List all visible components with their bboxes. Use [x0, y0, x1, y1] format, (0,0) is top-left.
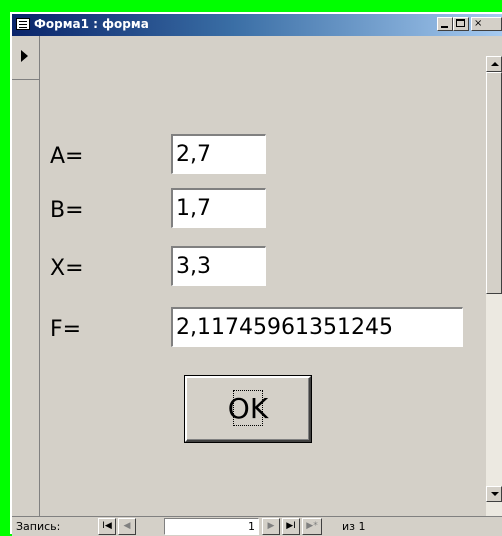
scroll-up-button[interactable] [486, 56, 502, 72]
maximize-icon [456, 19, 465, 27]
field-x[interactable]: 3,3 [171, 246, 266, 286]
window-title: Форма1 : форма [34, 17, 149, 31]
form-body: A= 2,7 B= 1,7 X= 3,3 F= 2,11745961351245… [40, 36, 486, 516]
close-icon: × [474, 18, 483, 29]
field-f[interactable]: 2,11745961351245 [171, 307, 463, 347]
ok-button-label: OK [227, 392, 269, 425]
record-count: из 1 [342, 520, 366, 533]
first-record-button[interactable]: I◀ [98, 518, 116, 535]
next-record-icon: ▶ [267, 521, 275, 531]
record-selector-cell[interactable] [12, 36, 40, 80]
next-record-button[interactable]: ▶ [262, 518, 280, 535]
first-record-icon: I◀ [102, 521, 112, 531]
title-bar[interactable]: Форма1 : форма × [12, 14, 502, 36]
form-window: Форма1 : форма × A= 2,7 B= 1,7 X= 3,3 F=… [10, 12, 502, 536]
previous-record-icon: ◀ [123, 521, 131, 531]
record-label: Запись: [16, 520, 61, 533]
record-selector[interactable] [12, 36, 40, 516]
ok-button[interactable]: OK [184, 375, 312, 443]
field-a[interactable]: 2,7 [171, 134, 266, 174]
new-record-icon: ▶* [306, 521, 318, 531]
maximize-button[interactable] [453, 17, 469, 31]
record-navigation-bar: Запись: I◀ ◀ 1 ▶ ▶I ▶* из 1 [12, 516, 502, 536]
label-f: F= [50, 317, 82, 342]
arrow-up-icon [491, 62, 499, 66]
form-icon [16, 18, 30, 30]
scroll-down-button[interactable] [486, 486, 502, 502]
arrow-down-icon [491, 492, 499, 496]
minimize-button[interactable] [437, 17, 453, 31]
minimize-icon [441, 26, 448, 28]
close-button[interactable]: × [471, 17, 502, 31]
total-records: 1 [358, 520, 366, 533]
label-b: B= [50, 198, 84, 223]
label-x: X= [50, 256, 84, 281]
scroll-thumb[interactable] [486, 72, 502, 294]
last-record-button[interactable]: ▶I [282, 518, 300, 535]
new-record-button[interactable]: ▶* [302, 518, 322, 535]
field-b[interactable]: 1,7 [171, 188, 266, 228]
of-text: из [342, 520, 355, 533]
vertical-scrollbar[interactable] [486, 56, 502, 516]
record-number-input[interactable]: 1 [164, 518, 259, 535]
last-record-icon: ▶I [286, 521, 296, 531]
label-a: A= [50, 144, 84, 169]
current-record-arrow-icon [21, 50, 28, 62]
previous-record-button[interactable]: ◀ [118, 518, 136, 535]
